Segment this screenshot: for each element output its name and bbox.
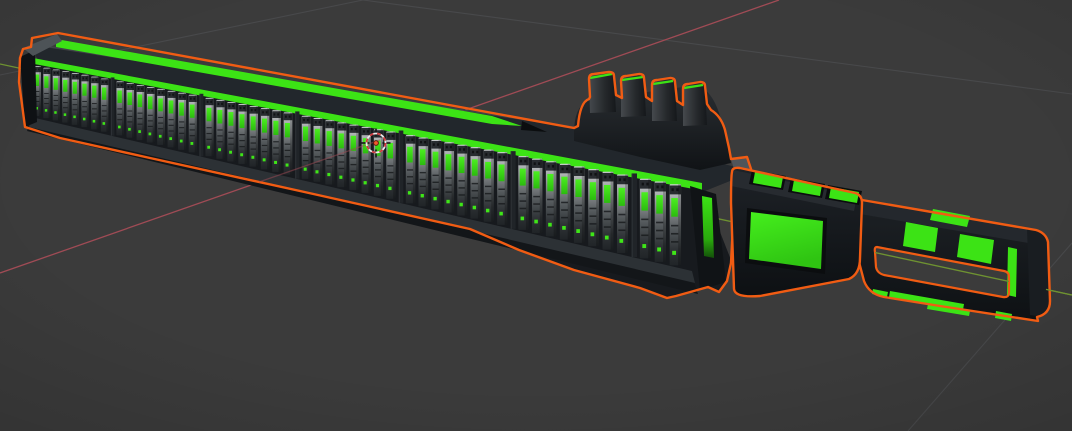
rail-panel-separator <box>632 173 637 257</box>
rail-tooth <box>603 172 614 250</box>
rail-tooth <box>302 116 311 179</box>
rail-tooth <box>484 150 494 222</box>
rail-tooth <box>72 73 79 125</box>
rail-tooth <box>470 147 480 218</box>
rail-tooth <box>444 142 454 212</box>
screen-display <box>749 212 823 269</box>
rail-tooth <box>386 132 395 199</box>
rail-tooth <box>313 118 322 182</box>
rail-tooth <box>101 78 108 131</box>
rail-tooth <box>588 169 599 246</box>
rail-tooth <box>419 138 429 207</box>
cursor-center-dot <box>374 141 379 146</box>
rail-tooth <box>349 125 358 190</box>
rail-tooth <box>43 68 50 118</box>
3d-viewport[interactable] <box>0 0 1072 431</box>
rail-panel-separator <box>399 131 404 203</box>
rail-tooth <box>81 75 88 127</box>
rail-panel-separator <box>511 151 516 229</box>
rail-tooth <box>227 102 235 161</box>
rail-tooth <box>532 159 542 233</box>
rail-tooth <box>374 129 383 196</box>
rail-tooth <box>53 69 60 120</box>
rail-tooth <box>284 112 293 174</box>
rail-tooth <box>574 166 585 242</box>
rail-tooth <box>560 164 571 240</box>
rail-tooth <box>137 85 145 140</box>
rail-tooth <box>518 156 528 230</box>
rail-tooth <box>168 91 176 148</box>
rail-tooth <box>325 120 334 184</box>
rail-tooth <box>126 83 134 138</box>
rail-tooth <box>617 174 628 253</box>
rail-tooth <box>670 184 681 265</box>
rail-tooth <box>116 81 124 135</box>
rail-tooth <box>406 135 416 203</box>
rail-tooth <box>189 95 197 153</box>
rail-panel-separator <box>199 94 203 157</box>
rail-tooth <box>91 77 98 130</box>
rail-tooth <box>157 89 165 145</box>
rail-tooth <box>655 181 666 261</box>
rail-tooth <box>261 108 270 169</box>
rail-tooth <box>250 106 258 167</box>
rail-tooth <box>272 110 281 172</box>
viewport-canvas[interactable] <box>0 0 1072 431</box>
rail-tooth <box>178 93 186 150</box>
rail-tooth <box>431 140 441 210</box>
rail-end-glow-bar <box>702 196 714 258</box>
rail-panel-separator <box>111 77 115 135</box>
rail-tooth <box>62 71 69 122</box>
rail-tooth <box>640 179 651 259</box>
rail-tooth <box>216 100 224 159</box>
rail-tooth <box>457 145 467 216</box>
rail-tooth <box>497 152 507 225</box>
stock-end-cap <box>1027 229 1049 316</box>
rail-tooth <box>238 104 246 164</box>
rail-tooth <box>205 98 213 156</box>
rail-tooth <box>147 87 155 143</box>
rail-tooth <box>546 161 557 236</box>
